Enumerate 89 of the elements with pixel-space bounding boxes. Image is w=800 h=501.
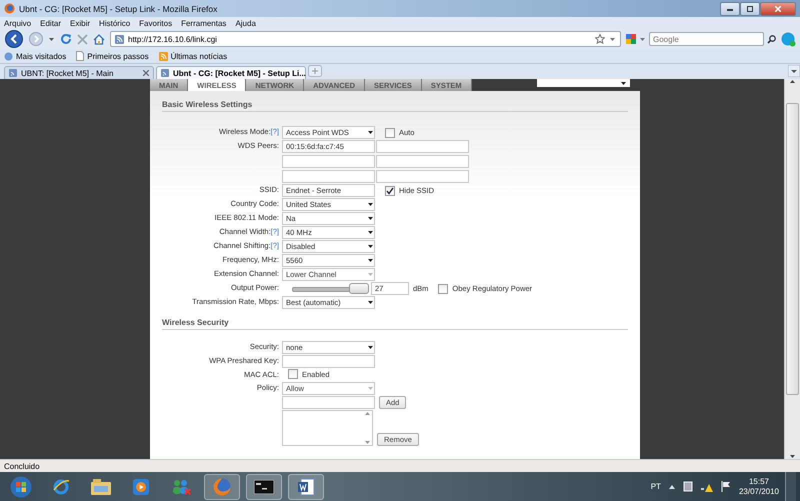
maximize-icon [747, 6, 753, 12]
address-field[interactable]: http://172.16.10.6/link.cgi [110, 31, 621, 47]
input-field[interactable] [376, 155, 469, 168]
scrollbar[interactable] [784, 79, 800, 459]
bookmark-link[interactable]: Mais visitados [16, 52, 66, 60]
checkbox[interactable] [288, 369, 298, 379]
show-desktop-button[interactable] [785, 472, 796, 501]
caret-icon [367, 130, 374, 135]
minimize-button[interactable] [720, 2, 740, 16]
close-button[interactable] [760, 2, 796, 16]
maximize-button[interactable] [740, 2, 760, 16]
checkbox[interactable] [438, 284, 448, 294]
menu-item[interactable]: Ferramentas [181, 18, 226, 28]
search-icon[interactable] [767, 34, 776, 44]
globe-icon [4, 52, 13, 60]
reload-icon[interactable] [60, 33, 72, 45]
home-icon[interactable] [93, 34, 105, 44]
caret-icon [367, 386, 374, 391]
document-icon [297, 478, 315, 496]
taskbar-button[interactable] [288, 474, 324, 500]
language-indicator[interactable]: PT [650, 482, 661, 491]
menu-item[interactable]: Arquivo [4, 18, 32, 28]
caret-icon [367, 244, 374, 249]
menu-item[interactable]: Favoritos [139, 18, 172, 28]
folder-icon [91, 478, 111, 494]
caret-icon [367, 272, 374, 277]
input-field[interactable] [282, 396, 375, 409]
search-field[interactable]: Google [649, 32, 764, 46]
caret-icon [367, 345, 374, 350]
slider-thumb[interactable] [349, 283, 369, 294]
forward-button[interactable] [29, 32, 43, 46]
menu-item[interactable]: Exibir [70, 18, 90, 28]
check-icon [386, 186, 394, 194]
taskbar-button[interactable] [246, 474, 282, 500]
feed-icon [9, 69, 17, 77]
dropdown-caret-icon [639, 36, 646, 42]
input-field[interactable] [282, 355, 375, 368]
browser-logo-icon [4, 3, 15, 14]
flag-icon[interactable] [720, 481, 731, 492]
bookmark-link[interactable]: Últimas notícias [170, 52, 228, 60]
input-field[interactable] [376, 170, 469, 183]
checkbox[interactable] [385, 186, 395, 196]
dropdown-caret-icon [609, 36, 616, 42]
caret-icon [367, 258, 374, 263]
browser-icon [213, 478, 231, 496]
section-title: Wireless Security [162, 318, 628, 330]
input-field[interactable] [282, 155, 375, 168]
window-title: Ubnt - CG: [Rocket M5] - Setup Link - Mozilla Firefox [19, 4, 218, 14]
new-tab-icon[interactable] [308, 65, 322, 77]
network-warning-icon[interactable] [700, 482, 713, 492]
menu-item[interactable]: Histórico [99, 18, 130, 28]
scroll-up-icon [364, 411, 370, 416]
caret-icon [367, 202, 374, 207]
start-orb-icon [10, 476, 32, 498]
menu-item[interactable]: Ajuda [235, 18, 256, 28]
feed-icon [161, 69, 169, 77]
caret-icon [367, 300, 374, 305]
minimize-icon [727, 6, 733, 10]
close-icon[interactable] [143, 70, 149, 76]
checkbox[interactable] [385, 128, 395, 138]
close-icon [775, 6, 781, 12]
clock[interactable]: 15:57 23/07/2010 [738, 476, 779, 496]
people-icon [171, 478, 191, 494]
browser-tab[interactable]: Ubnt - CG: [Rocket M5] - Setup Li... [156, 66, 306, 79]
feed-icon [158, 52, 168, 60]
page-icon [76, 51, 84, 61]
scroll-down-icon [364, 440, 370, 445]
media-player-icon [133, 478, 149, 494]
browser-tab[interactable]: UBNT: [Rocket M5] - Main [4, 66, 154, 79]
history-caret-icon [48, 36, 55, 42]
browser-icon [52, 478, 70, 496]
section-title: Basic Wireless Settings [162, 100, 628, 112]
input-field[interactable] [282, 170, 375, 183]
terminal-icon [254, 480, 274, 494]
status-text: Concluido [4, 462, 40, 470]
star-icon [595, 34, 605, 44]
expand-tray-icon[interactable] [668, 484, 675, 488]
slider[interactable] [292, 283, 367, 294]
input-field[interactable] [376, 140, 469, 153]
search-engine-icon [626, 34, 636, 44]
menu-item[interactable]: Editar [40, 18, 62, 28]
tab-list-icon[interactable] [788, 65, 800, 77]
list-box[interactable] [282, 410, 373, 446]
bookmark-link[interactable]: Primeiros passos [87, 52, 149, 60]
caret-icon [367, 216, 374, 221]
caret-icon [367, 230, 374, 235]
feed-icon [115, 34, 124, 44]
back-button[interactable] [4, 30, 24, 48]
stop-icon[interactable] [77, 34, 88, 44]
